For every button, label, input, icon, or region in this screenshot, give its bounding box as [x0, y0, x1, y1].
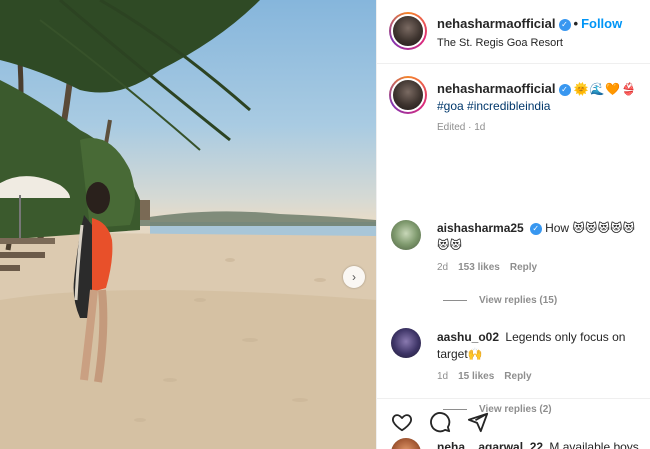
- caption-username[interactable]: nehasharmaofficial: [437, 81, 556, 96]
- post-side-panel: nehasharmaofficial ✓ • Follow The St. Regis…: [376, 0, 650, 449]
- author-username[interactable]: nehasharmaofficial: [437, 16, 556, 31]
- divider-line: [443, 299, 467, 301]
- comment-meta: 2d 153 likes Reply: [437, 262, 547, 273]
- share-icon[interactable]: [467, 411, 489, 433]
- commenter-username[interactable]: aashu_o02: [437, 330, 499, 344]
- caption-user-line: nehasharmaofficial ✓ 🌞🌊🧡👙: [437, 81, 637, 96]
- caption-meta: Edited · 1d: [437, 122, 486, 133]
- follow-button[interactable]: Follow: [581, 16, 622, 31]
- comment-icon[interactable]: [429, 411, 451, 433]
- author-avatar[interactable]: [389, 12, 427, 50]
- post-location[interactable]: The St. Regis Goa Resort: [437, 37, 563, 49]
- reply-button[interactable]: Reply: [504, 371, 531, 382]
- verified-badge-icon: ✓: [558, 83, 571, 96]
- caption-avatar[interactable]: [389, 76, 427, 114]
- verified-badge-icon: ✓: [558, 18, 571, 31]
- beach-scene: [0, 0, 376, 449]
- reply-button[interactable]: Reply: [510, 262, 537, 273]
- comment-age: 2d: [437, 262, 449, 273]
- separator-dot: •: [573, 16, 579, 31]
- comment-likes[interactable]: 153 likes: [458, 262, 500, 273]
- comment-likes[interactable]: 15 likes: [458, 371, 494, 382]
- verified-badge-icon: ✓: [529, 222, 542, 235]
- comment-age: 1d: [437, 371, 449, 382]
- chevron-right-icon: ›: [352, 270, 356, 284]
- post-header: nehasharmaofficial ✓ • Follow The St. Regis…: [377, 0, 650, 64]
- caption-hashtags[interactable]: #goa #incredibleindia: [437, 99, 550, 113]
- view-replies-button[interactable]: View replies (15): [443, 295, 557, 306]
- post-action-bar: [377, 398, 650, 449]
- post-photo[interactable]: ›: [0, 0, 376, 449]
- comment-text-line: aishasharma25 ✓ How 😻😻😻😻😻😻😻: [437, 220, 647, 254]
- caption-emoji: 🌞🌊🧡👙: [573, 82, 638, 96]
- commenter-username[interactable]: aishasharma25: [437, 221, 524, 235]
- view-replies-label: View replies (15): [479, 295, 558, 306]
- comment-meta: 1d 15 likes Reply: [437, 371, 542, 382]
- commenter-avatar[interactable]: [391, 328, 421, 358]
- commenter-avatar[interactable]: [391, 220, 421, 250]
- comment-text-line: aashu_o02 Legends only focus on target🙌: [437, 329, 647, 363]
- heart-icon[interactable]: [391, 411, 413, 433]
- header-user-line: nehasharmaofficial ✓ • Follow: [437, 16, 622, 31]
- next-photo-button[interactable]: ›: [343, 266, 365, 288]
